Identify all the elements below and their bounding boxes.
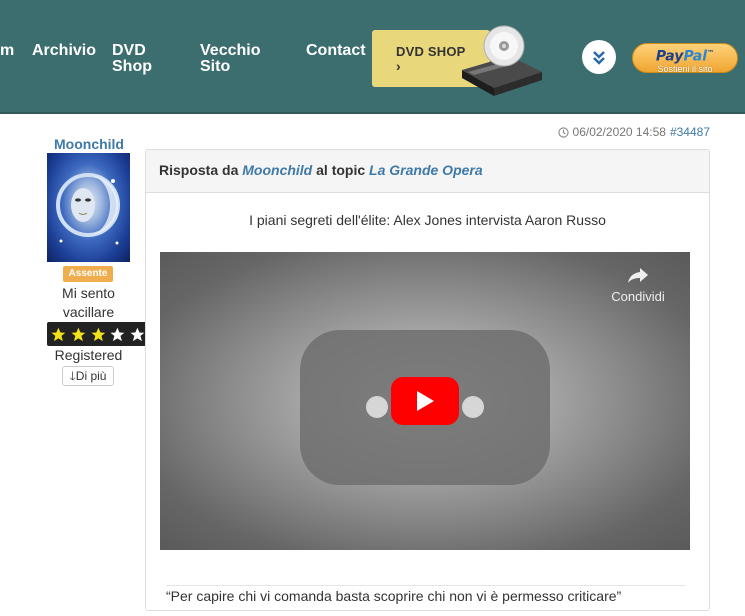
quote-divider xyxy=(166,585,686,586)
paypal-subtitle: Sostieni il sito xyxy=(657,63,713,74)
nav-item-vecchio-line2: Sito xyxy=(200,58,231,75)
dvd-drive-icon xyxy=(462,25,542,96)
play-icon xyxy=(417,391,434,411)
site-header: m Archivio DVD Shop Vecchio Sito Contact… xyxy=(0,0,745,114)
author-name[interactable]: Moonchild xyxy=(48,136,130,152)
star-filled-icon xyxy=(69,325,88,343)
nav-item-vecchio-line1: Vecchio xyxy=(200,42,261,59)
avatar-art-icon xyxy=(56,173,120,245)
double-chevron-down-icon xyxy=(593,51,605,65)
post-header-prefix: Risposta da xyxy=(159,162,239,178)
share-arrow-icon xyxy=(628,268,648,283)
post-permalink[interactable]: #34487 xyxy=(670,125,710,139)
more-info-button[interactable]: 🡓Di più xyxy=(62,366,114,386)
post-date: 06/02/2020 14:58 xyxy=(572,125,666,139)
paypal-logo: PayPal™ xyxy=(655,48,715,65)
post-header: Risposta da Moonchild al topic La Grande… xyxy=(146,150,709,193)
paypal-donate-button[interactable]: PayPal™ Sostieni il sito xyxy=(632,43,738,74)
clock-icon xyxy=(557,126,569,138)
post-topic-link[interactable]: La Grande Opera xyxy=(369,162,483,178)
post-signature-quote: “Per capire chi vi comanda basta scoprir… xyxy=(166,588,622,604)
video-embed[interactable]: Condividi xyxy=(160,252,690,550)
author-rank: Registered xyxy=(54,347,123,363)
more-info-label: Di più xyxy=(75,369,107,383)
nav-item-dvd-shop[interactable]: DVD Shop xyxy=(112,43,152,75)
star-filled-icon xyxy=(49,325,68,343)
dvd-shop-label: DVD SHOP xyxy=(396,44,466,59)
chevron-right-icon: › xyxy=(396,58,401,74)
thumbnail-dot-right xyxy=(462,396,484,418)
rating-stars xyxy=(47,322,147,346)
star-empty-icon xyxy=(108,325,127,343)
post-author-link[interactable]: Moonchild xyxy=(242,162,312,178)
share-button[interactable]: Condividi xyxy=(608,266,668,304)
play-button[interactable] xyxy=(391,377,459,425)
star-filled-icon xyxy=(89,325,107,343)
expand-menu-button[interactable] xyxy=(582,40,616,74)
post-header-mid: al topic xyxy=(316,162,366,178)
status-badge: Assente xyxy=(63,266,113,282)
post-meta: 06/02/2020 14:58 #34487 xyxy=(557,125,710,139)
share-label: Condividi xyxy=(611,289,665,304)
nav-item-dvd-shop-line1: DVD xyxy=(112,42,146,59)
post-intro: I piani segreti dell'élite: Alex Jones i… xyxy=(249,212,606,228)
nav-item-partial[interactable]: m xyxy=(0,43,14,59)
post-box: Risposta da Moonchild al topic La Grande… xyxy=(145,149,710,611)
nav-item-vecchio-sito[interactable]: Vecchio Sito xyxy=(200,43,260,75)
nav-item-archivio[interactable]: Archivio xyxy=(32,43,96,59)
nav-item-dvd-shop-line2: Shop xyxy=(112,58,152,75)
avatar xyxy=(47,153,130,262)
author-title: Mi sento vacillare xyxy=(62,285,115,320)
thumbnail-dot-left xyxy=(366,396,388,418)
nav-item-contact[interactable]: Contact xyxy=(306,43,366,59)
